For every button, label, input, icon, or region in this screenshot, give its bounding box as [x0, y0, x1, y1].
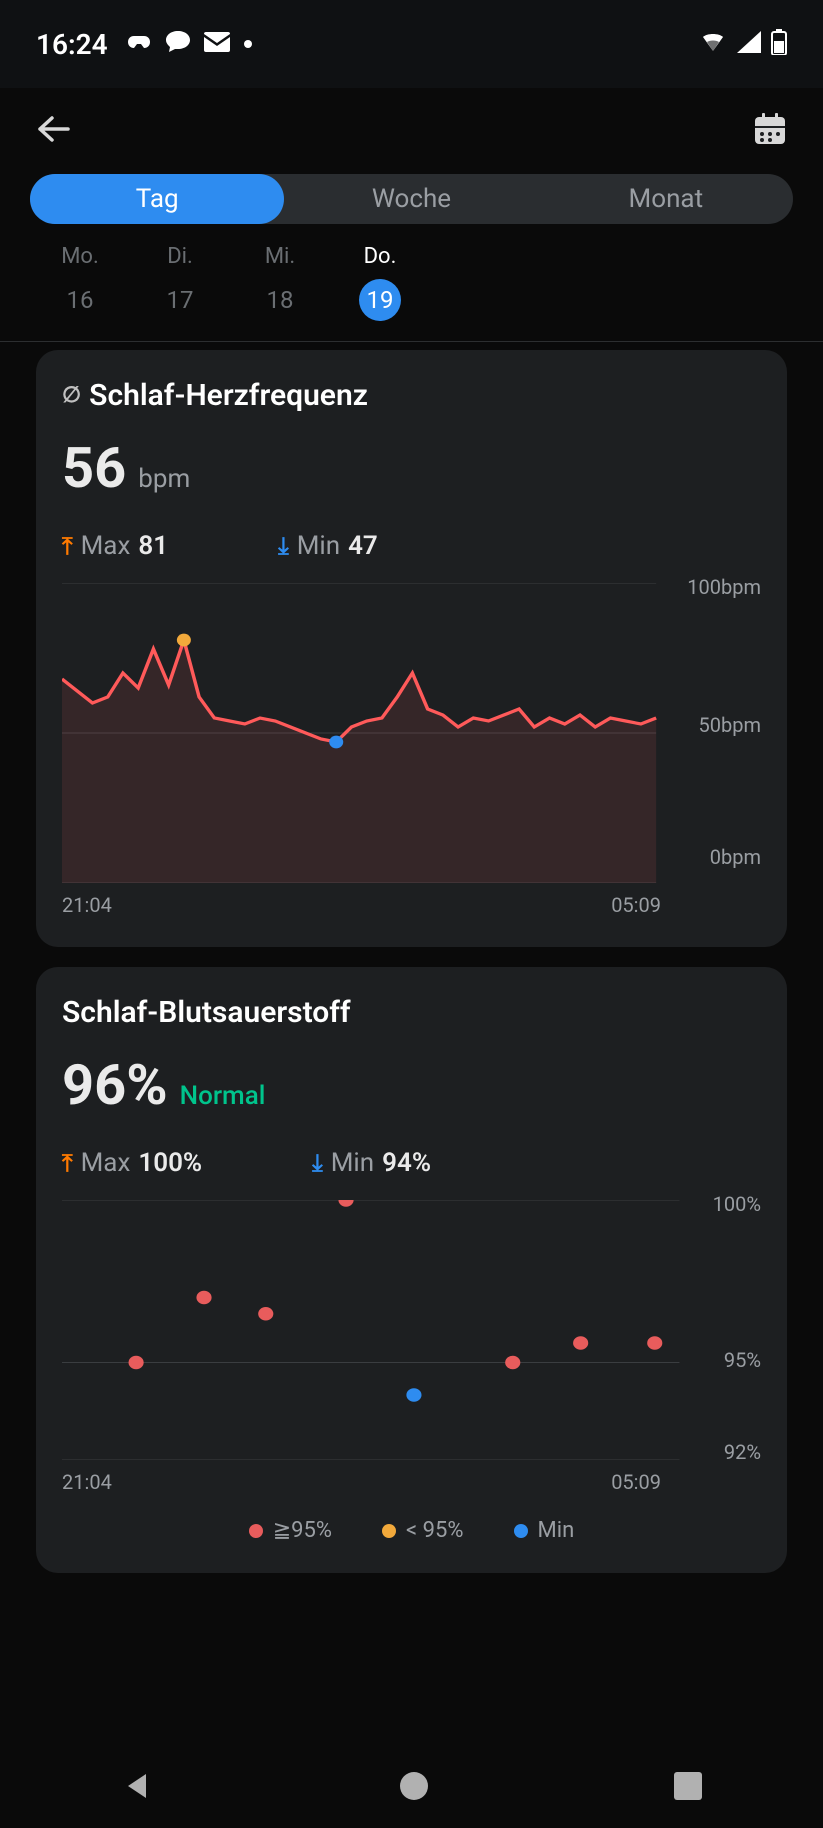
day-number: 16	[59, 279, 101, 321]
tab-week[interactable]: Woche	[284, 174, 538, 224]
y-label-bottom: 92%	[724, 1440, 761, 1464]
spo2-title: Schlaf-Blutsauerstoff	[62, 995, 761, 1030]
legend-high-label: ≧95%	[273, 1518, 332, 1543]
divider	[0, 341, 823, 342]
day-col-18[interactable]: Mi. 18	[230, 244, 330, 321]
max-label: Max	[81, 531, 131, 561]
spo2-legend: ≧95% < 95% Min	[62, 1518, 761, 1543]
day-number: 18	[259, 279, 301, 321]
day-number: 19	[359, 279, 401, 321]
nav-back-button[interactable]	[122, 1770, 154, 1806]
spo2-chart[interactable]: 100% 95% 92%	[62, 1200, 761, 1460]
legend-high: ≧95%	[249, 1518, 332, 1543]
day-col-17[interactable]: Di. 17	[130, 244, 230, 321]
tab-month[interactable]: Monat	[539, 174, 793, 224]
period-tabs: Tag Woche Monat	[30, 174, 793, 224]
spo2-value: 96%	[62, 1052, 168, 1118]
average-icon: ∅	[62, 383, 81, 408]
y-label-bottom: 0bpm	[710, 845, 761, 869]
day-label: Do.	[330, 244, 430, 269]
day-number: 17	[159, 279, 201, 321]
legend-dot-min-icon	[514, 1524, 528, 1538]
heart-rate-value: 56	[62, 435, 126, 501]
legend-dot-high-icon	[249, 1524, 263, 1538]
heart-rate-title: ∅ Schlaf-Herzfrequenz	[62, 378, 761, 413]
back-button[interactable]	[36, 114, 70, 148]
signal-icon	[737, 31, 761, 57]
legend-min: Min	[514, 1518, 575, 1543]
max-value: 81	[138, 531, 168, 561]
tab-day[interactable]: Tag	[30, 174, 284, 224]
spo2-max: ⤒ Max 100%	[62, 1148, 202, 1178]
heart-rate-chart[interactable]: 100bpm 50bpm 0bpm	[62, 583, 761, 883]
max-value: 100%	[138, 1148, 202, 1178]
y-label-mid: 50bpm	[699, 713, 761, 737]
min-label: Min	[331, 1148, 374, 1178]
heart-rate-max: ⤒ Max 81	[62, 531, 168, 561]
spo2-card: Schlaf-Blutsauerstoff 96% Normal ⤒ Max 1…	[36, 967, 787, 1573]
y-label-top: 100%	[713, 1192, 761, 1216]
legend-min-label: Min	[538, 1518, 575, 1543]
day-label: Mi.	[230, 244, 330, 269]
legend-dot-low-icon	[382, 1524, 396, 1538]
arrow-down-icon: ⤓	[278, 532, 289, 560]
day-label: Mo.	[30, 244, 130, 269]
max-label: Max	[81, 1148, 131, 1178]
arrow-up-icon: ⤒	[62, 532, 73, 560]
x-label-start: 21:04	[62, 893, 112, 917]
status-bar: 16:24	[0, 0, 823, 88]
min-value: 47	[348, 531, 378, 561]
day-col-16[interactable]: Mo. 16	[30, 244, 130, 321]
arrow-down-icon: ⤓	[312, 1149, 323, 1177]
arrow-up-icon: ⤒	[62, 1149, 73, 1177]
system-nav-bar	[0, 1748, 823, 1828]
heart-rate-unit: bpm	[138, 464, 190, 494]
day-picker: Mo. 16 Di. 17 Mi. 18 Do. 19	[0, 244, 823, 341]
nav-home-button[interactable]	[397, 1769, 431, 1807]
min-label: Min	[297, 531, 340, 561]
spo2-min: ⤓ Min 94%	[312, 1148, 431, 1178]
chat-icon	[166, 31, 190, 57]
min-value: 94%	[382, 1148, 431, 1178]
mail-icon	[204, 32, 230, 56]
x-label-end: 05:09	[611, 893, 661, 917]
legend-low: < 95%	[382, 1518, 463, 1543]
calendar-button[interactable]	[753, 112, 787, 150]
dot-icon	[244, 40, 252, 48]
nav-recent-button[interactable]	[674, 1772, 702, 1804]
battery-icon	[771, 29, 787, 59]
x-label-end: 05:09	[611, 1470, 661, 1494]
y-label-top: 100bpm	[687, 575, 761, 599]
spo2-status: Normal	[180, 1081, 266, 1111]
day-label: Di.	[130, 244, 230, 269]
status-time: 16:24	[36, 28, 108, 61]
app-header	[0, 88, 823, 174]
y-label-mid: 95%	[724, 1348, 761, 1372]
wifi-icon	[699, 31, 727, 57]
heart-rate-card: ∅ Schlaf-Herzfrequenz 56 bpm ⤒ Max 81 ⤓ …	[36, 350, 787, 947]
day-col-19[interactable]: Do. 19	[330, 244, 430, 321]
heart-rate-min: ⤓ Min 47	[278, 531, 378, 561]
x-label-start: 21:04	[62, 1470, 112, 1494]
controller-icon	[126, 32, 152, 56]
heart-rate-title-text: Schlaf-Herzfrequenz	[89, 378, 368, 413]
legend-low-label: < 95%	[406, 1518, 463, 1543]
